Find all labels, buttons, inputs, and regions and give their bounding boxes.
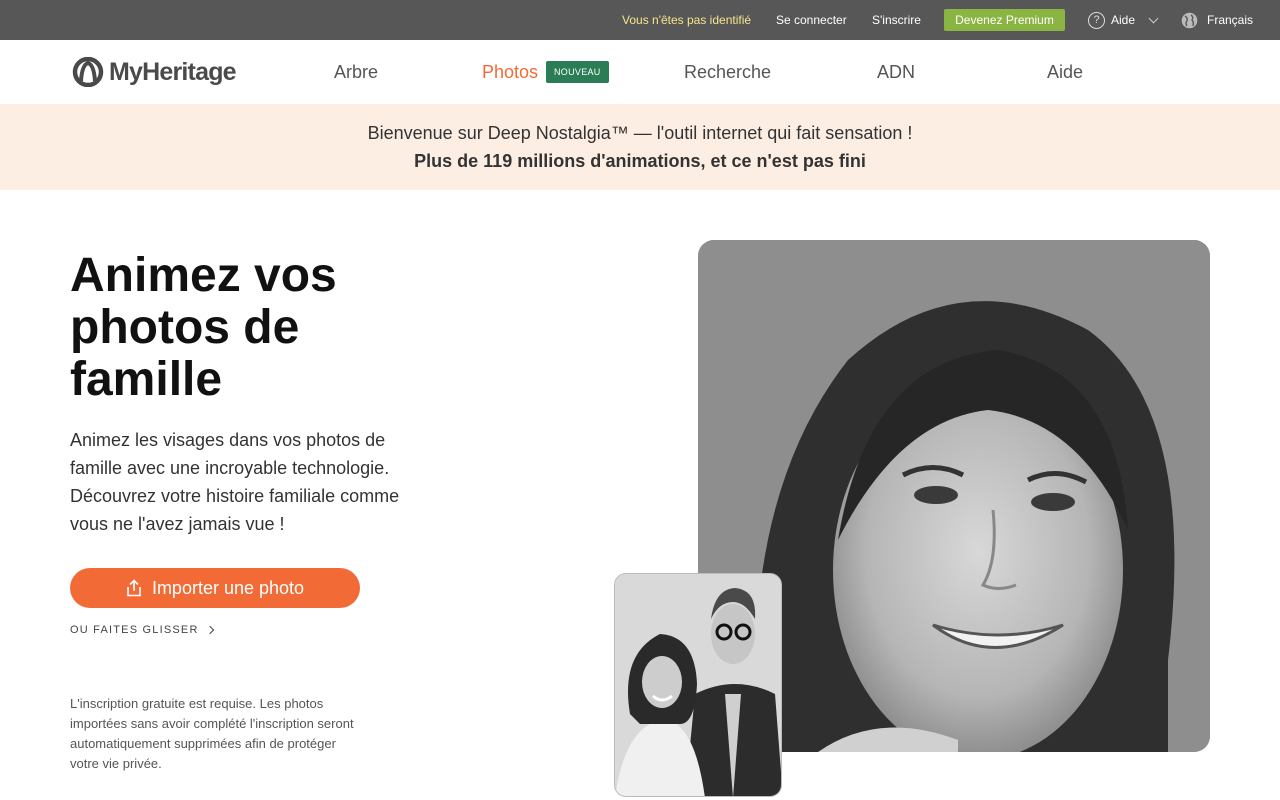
nav-item-photos[interactable]: Photos xyxy=(482,40,538,104)
signup-link[interactable]: S'inscrire xyxy=(872,0,921,40)
nav-item-recherche[interactable]: Recherche xyxy=(684,40,771,104)
nav-item-arbre[interactable]: Arbre xyxy=(334,40,378,104)
language-label: Français xyxy=(1207,13,1254,27)
promo-banner: Bienvenue sur Deep Nostalgia™ — l'outil … xyxy=(0,104,1280,190)
drag-drop-link[interactable]: OU FAITES GLISSER xyxy=(70,624,214,636)
drag-drop-label: OU FAITES GLISSER xyxy=(70,624,199,636)
globe-icon xyxy=(1181,12,1198,28)
language-selector[interactable]: Français xyxy=(1181,0,1253,40)
help-icon: ? xyxy=(1088,11,1105,29)
premium-button[interactable]: Devenez Premium xyxy=(944,9,1065,31)
logo-text: MyHeritage xyxy=(109,57,237,86)
banner-line-2: Plus de 119 millions d'animations, et ce… xyxy=(414,151,866,171)
nav-item-aide[interactable]: Aide xyxy=(1047,40,1083,104)
original-couple-photo xyxy=(614,573,782,797)
chevron-down-icon xyxy=(1148,13,1159,23)
main-nav: MyHeritage Arbre Photos NOUVEAU Recherch… xyxy=(0,40,1280,104)
new-badge: NOUVEAU xyxy=(546,61,609,83)
top-utility-bar: Vous n'êtes pas identifié Se connecter S… xyxy=(0,0,1280,40)
banner-line-1: Bienvenue sur Deep Nostalgia™ — l'outil … xyxy=(367,123,913,143)
help-menu[interactable]: ? Aide xyxy=(1088,0,1159,40)
hero-description: Animez les visages dans vos photos de fa… xyxy=(70,430,400,534)
myheritage-logo-icon xyxy=(72,57,104,87)
help-label: Aide xyxy=(1111,13,1136,27)
couple-illustration xyxy=(615,574,781,796)
guest-status: Vous n'êtes pas identifié xyxy=(622,13,752,27)
upload-icon xyxy=(127,579,141,597)
upload-photo-button[interactable]: Importer une photo xyxy=(70,568,360,608)
upload-button-label: Importer une photo xyxy=(151,577,305,598)
page-title: Animez vos photos de famille xyxy=(70,249,337,406)
login-link[interactable]: Se connecter xyxy=(776,0,847,40)
logo[interactable]: MyHeritage xyxy=(70,57,237,87)
privacy-note: L'inscription gratuite est requise. Les … xyxy=(70,696,354,771)
chevron-right-icon xyxy=(205,625,214,635)
nav-item-adn[interactable]: ADN xyxy=(877,40,915,104)
